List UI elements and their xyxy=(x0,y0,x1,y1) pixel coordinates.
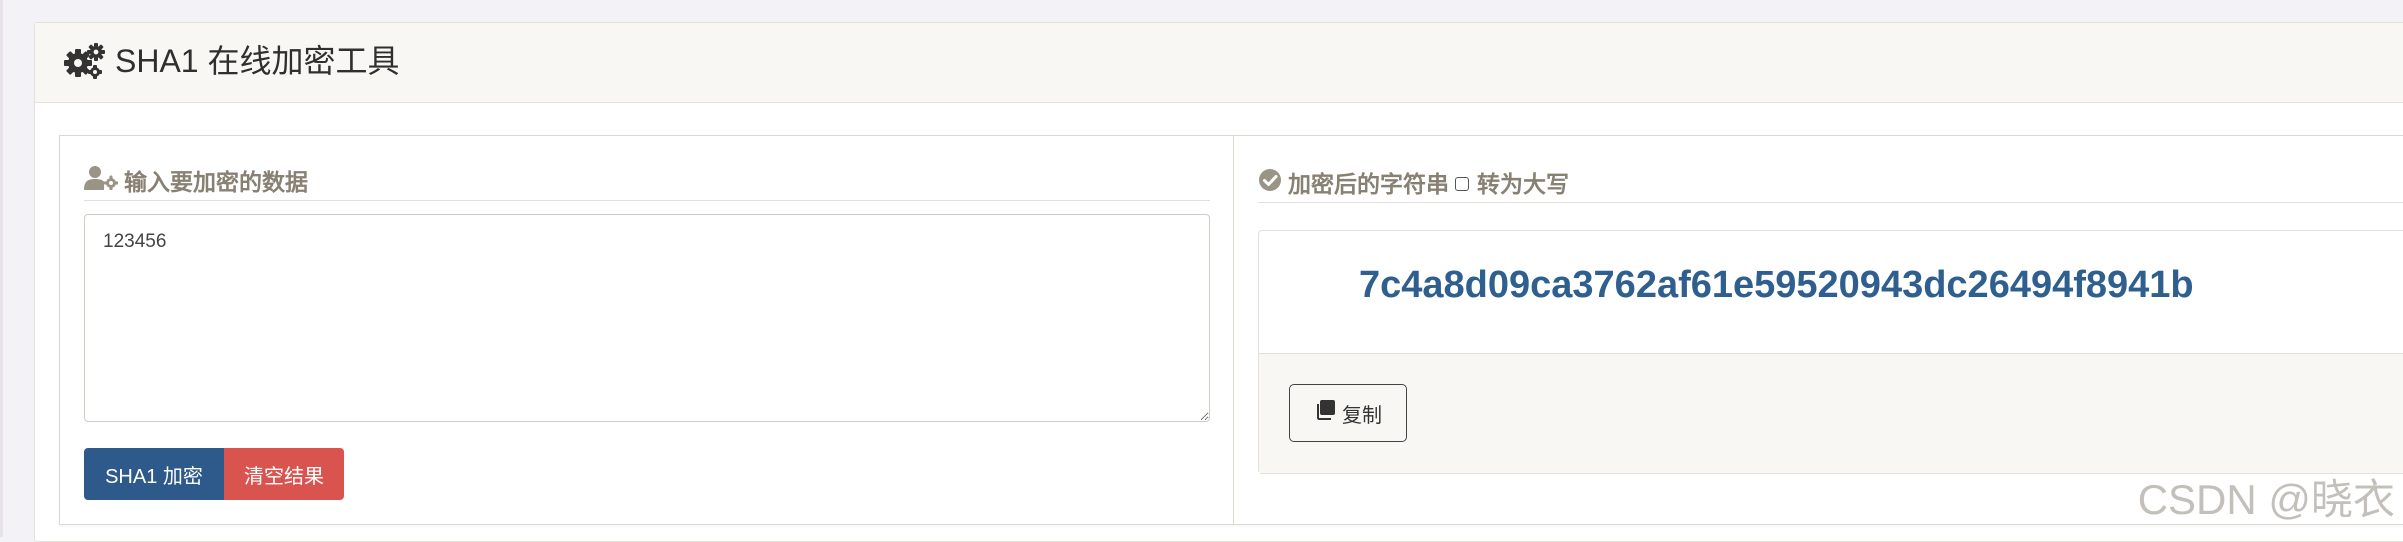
input-legend-label: 输入要加密的数据 xyxy=(124,169,308,195)
result-footer: 复制 xyxy=(1259,354,2403,473)
tool-panel: SHA1 在线加密工具 输入要加密的数据 xyxy=(34,22,2403,542)
window-edge xyxy=(0,0,3,537)
watermark: CSDN @晓衣 xyxy=(2138,466,2395,527)
input-legend: 输入要加密的数据 xyxy=(84,164,1210,201)
input-column: 输入要加密的数据 123456 SHA1 加密 清空结果 xyxy=(60,136,1234,524)
gears-icon xyxy=(63,41,107,81)
encrypt-button[interactable]: SHA1 加密 xyxy=(84,448,224,500)
data-input[interactable]: 123456 xyxy=(84,214,1210,422)
clear-button[interactable]: 清空结果 xyxy=(224,448,344,500)
page-title: SHA1 在线加密工具 xyxy=(115,41,400,81)
panel-heading: SHA1 在线加密工具 xyxy=(35,23,2403,103)
result-body: 7c4a8d09ca3762af61e59520943dc26494f8941b xyxy=(1259,231,2403,354)
sha1-result-text: 7c4a8d09ca3762af61e59520943dc26494f8941b xyxy=(1359,261,2194,309)
action-button-group: SHA1 加密 清空结果 xyxy=(84,448,344,500)
output-legend: 加密后的字符串 转为大写 xyxy=(1258,166,2403,203)
copy-button[interactable]: 复制 xyxy=(1289,384,1407,442)
user-gear-icon xyxy=(84,164,118,200)
copy-icon xyxy=(1314,399,1336,427)
output-legend-label: 加密后的字符串 xyxy=(1288,171,1449,197)
check-circle-icon xyxy=(1258,166,1282,202)
uppercase-checkbox[interactable] xyxy=(1455,177,1469,191)
copy-button-label: 复制 xyxy=(1342,399,1382,428)
tool-body: 输入要加密的数据 123456 SHA1 加密 清空结果 加密后的字符串 转为大写 xyxy=(59,135,2403,525)
result-box: 7c4a8d09ca3762af61e59520943dc26494f8941b… xyxy=(1258,230,2403,474)
uppercase-label: 转为大写 xyxy=(1477,171,1569,197)
